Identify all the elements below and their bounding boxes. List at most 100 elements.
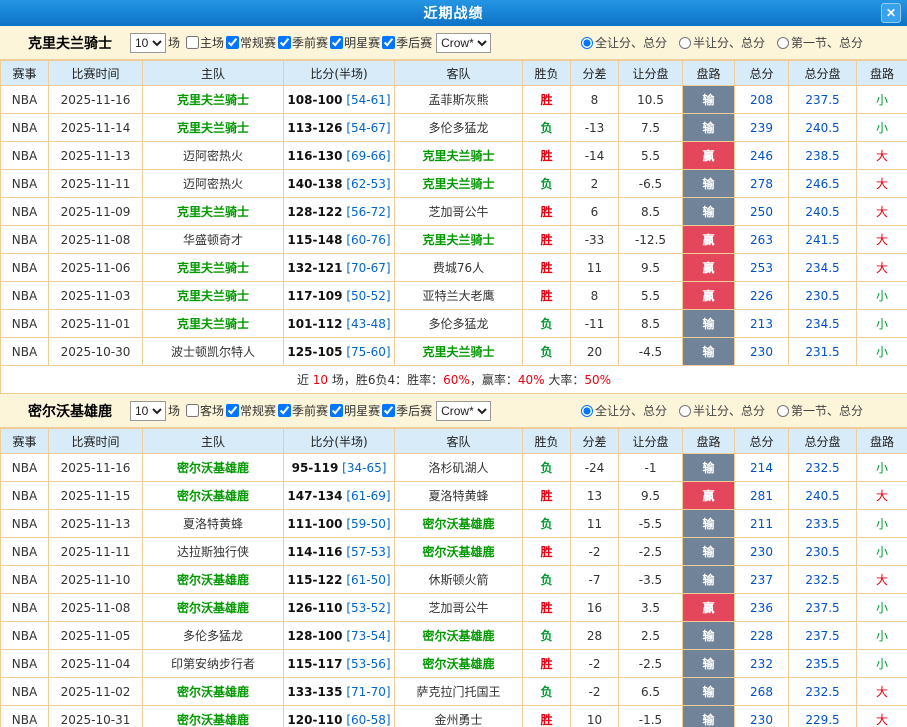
match-row: NBA2025-11-15密尔沃基雄鹿147-134 [61-69]夏洛特黄蜂胜… — [1, 482, 907, 510]
home-team-cell: 迈阿密热火 — [143, 142, 284, 170]
playoffs-checkbox-input[interactable] — [382, 404, 395, 417]
league-cell: NBA — [1, 482, 49, 510]
total-line-cell: 240.5 — [789, 482, 857, 510]
first-quarter-radio-input[interactable] — [777, 37, 789, 49]
match-date-cell: 2025-10-30 — [49, 338, 143, 366]
point-diff-cell: -14 — [571, 142, 619, 170]
match-row: NBA2025-11-02密尔沃基雄鹿133-135 [71-70]萨克拉门托国… — [1, 678, 907, 706]
odds-source-select[interactable]: Crow* — [436, 401, 491, 421]
half-line-radio-input[interactable] — [679, 37, 691, 49]
table-header-row: 赛事比赛时间主队比分(半场)客队胜负分差让分盘盘路总分总分盘盘路 — [1, 429, 907, 454]
score-cell: 128-100 [73-54] — [284, 622, 395, 650]
match-row: NBA2025-11-13迈阿密热火116-130 [69-66]克里夫兰骑士胜… — [1, 142, 907, 170]
radio-first-quarter[interactable]: 第一节、总分 — [777, 34, 863, 51]
checkbox-regular-season[interactable]: 常规赛 — [224, 34, 276, 51]
away-checkbox-input[interactable] — [186, 404, 199, 417]
win-loss-cell: 负 — [523, 678, 571, 706]
fulltime-score: 116-130 — [287, 149, 342, 163]
odds-source-select[interactable]: Crow* — [436, 33, 491, 53]
summary-text-segment: 近 — [297, 373, 313, 387]
checkbox-label: 常规赛 — [240, 402, 276, 419]
league-cell: NBA — [1, 86, 49, 114]
handicap-line-cell: -1 — [619, 454, 683, 482]
handicap-result-cell: 输 — [683, 310, 735, 338]
column-header: 盘路 — [857, 61, 907, 86]
win-loss-cell: 胜 — [523, 226, 571, 254]
halftime-score: [50-52] — [346, 289, 390, 303]
away-team-cell: 克里夫兰骑士 — [395, 142, 523, 170]
match-date-cell: 2025-11-11 — [49, 170, 143, 198]
league-cell: NBA — [1, 254, 49, 282]
handicap-line-cell: 7.5 — [619, 114, 683, 142]
score-cell: 115-148 [60-76] — [284, 226, 395, 254]
halftime-score: [57-53] — [346, 545, 390, 559]
league-cell: NBA — [1, 198, 49, 226]
checkbox-playoffs[interactable]: 季后赛 — [380, 34, 432, 51]
preseason-checkbox-input[interactable] — [278, 36, 291, 49]
regular-season-checkbox-input[interactable] — [226, 404, 239, 417]
radio-first-quarter[interactable]: 第一节、总分 — [777, 402, 863, 419]
first-quarter-radio-input[interactable] — [777, 405, 789, 417]
handicap-line-cell: -2.5 — [619, 538, 683, 566]
playoffs-checkbox-input[interactable] — [382, 36, 395, 49]
league-cell: NBA — [1, 170, 49, 198]
column-header: 客队 — [395, 61, 523, 86]
filter-bar: 克里夫兰骑士 10 场 主场 常规赛 季前赛 明星赛 — [0, 26, 907, 60]
checkbox-allstar[interactable]: 明星赛 — [328, 34, 380, 51]
checkbox-regular-season[interactable]: 常规赛 — [224, 402, 276, 419]
radio-full-line[interactable]: 全让分、总分 — [581, 402, 667, 419]
allstar-checkbox-input[interactable] — [330, 36, 343, 49]
home-checkbox-input[interactable] — [186, 36, 199, 49]
point-diff-cell: 20 — [571, 338, 619, 366]
checkbox-allstar[interactable]: 明星赛 — [328, 402, 380, 419]
summary-cell: 近 10 场，胜6负4：胜率：60%，赢率：40% 大率：50% — [1, 366, 907, 394]
fulltime-score: 111-100 — [287, 517, 342, 531]
fulltime-score: 147-134 — [287, 489, 342, 503]
checkbox-preseason[interactable]: 季前赛 — [276, 402, 328, 419]
allstar-checkbox-input[interactable] — [330, 404, 343, 417]
score-cell: 133-135 [71-70] — [284, 678, 395, 706]
handicap-result-cell: 输 — [683, 454, 735, 482]
halftime-score: [69-66] — [346, 149, 390, 163]
league-cell: NBA — [1, 226, 49, 254]
checkbox-playoffs[interactable]: 季后赛 — [380, 402, 432, 419]
halftime-score: [60-76] — [346, 233, 390, 247]
checkbox-preseason[interactable]: 季前赛 — [276, 34, 328, 51]
preseason-checkbox-input[interactable] — [278, 404, 291, 417]
games-count-select[interactable]: 10 — [130, 33, 166, 53]
checkbox-away[interactable]: 客场 — [184, 402, 224, 419]
column-header: 胜负 — [523, 429, 571, 454]
total-line-cell: 237.5 — [789, 86, 857, 114]
score-cell: 125-105 [75-60] — [284, 338, 395, 366]
full-line-radio-input[interactable] — [581, 405, 593, 417]
win-loss-cell: 胜 — [523, 282, 571, 310]
half-line-radio-input[interactable] — [679, 405, 691, 417]
radio-half-line[interactable]: 半让分、总分 — [679, 402, 765, 419]
point-diff-cell: -7 — [571, 566, 619, 594]
score-cell: 108-100 [54-61] — [284, 86, 395, 114]
radio-label: 半让分、总分 — [693, 402, 765, 419]
fulltime-score: 114-116 — [287, 545, 342, 559]
point-diff-cell: 28 — [571, 622, 619, 650]
match-row: NBA2025-11-08密尔沃基雄鹿126-110 [53-52]芝加哥公牛胜… — [1, 594, 907, 622]
column-header: 盘路 — [683, 61, 735, 86]
checkbox-home[interactable]: 主场 — [184, 34, 224, 51]
full-line-radio-input[interactable] — [581, 37, 593, 49]
total-points-cell: 208 — [735, 86, 789, 114]
total-line-cell: 229.5 — [789, 706, 857, 727]
radio-half-line[interactable]: 半让分、总分 — [679, 34, 765, 51]
handicap-line-cell: 8.5 — [619, 310, 683, 338]
radio-full-line[interactable]: 全让分、总分 — [581, 34, 667, 51]
halftime-score: [60-58] — [346, 713, 390, 727]
checkbox-label: 季后赛 — [396, 34, 432, 51]
handicap-result-cell: 输 — [683, 566, 735, 594]
games-count-select[interactable]: 10 — [130, 401, 166, 421]
fulltime-score: 133-135 — [287, 685, 342, 699]
point-diff-cell: 11 — [571, 510, 619, 538]
handicap-line-cell: 10.5 — [619, 86, 683, 114]
total-line-cell: 235.5 — [789, 650, 857, 678]
over-under-cell: 小 — [857, 510, 907, 538]
regular-season-checkbox-input[interactable] — [226, 36, 239, 49]
handicap-result-cell: 输 — [683, 706, 735, 727]
close-icon[interactable]: ✕ — [881, 3, 901, 23]
